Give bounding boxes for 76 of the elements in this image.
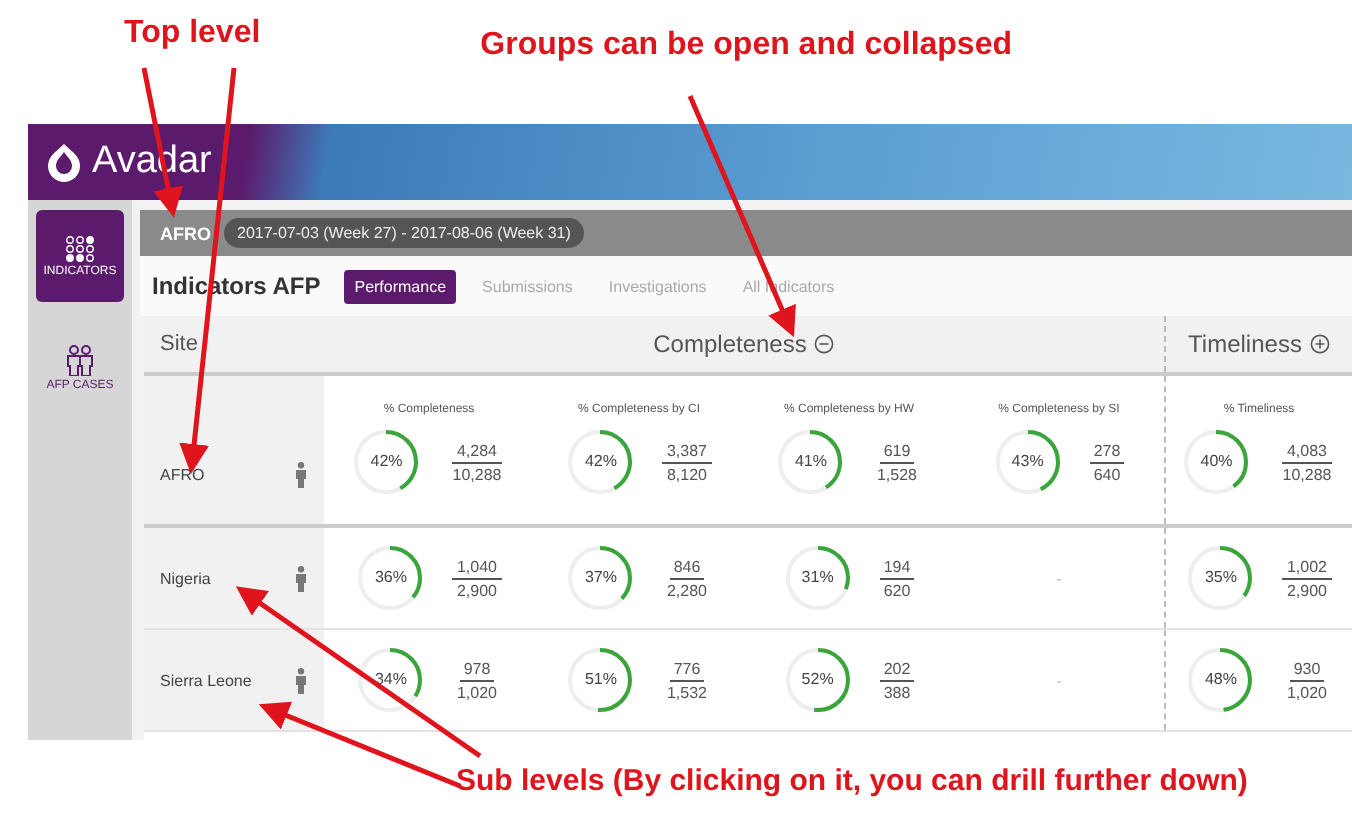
denominator: 620 <box>881 579 913 601</box>
numerator: 202 <box>879 657 915 681</box>
denominator: 2,900 <box>454 579 500 601</box>
progress-ring <box>993 428 1062 496</box>
percent-value: 52% <box>801 672 834 688</box>
progress-ring <box>783 646 852 714</box>
group-header: Timeliness <box>1188 330 1302 358</box>
annotation-text: Groups can be open and collapsed <box>480 28 1012 64</box>
progress-ring <box>1182 428 1251 496</box>
percent-value: 48% <box>1204 672 1237 688</box>
progress-ring <box>566 646 635 714</box>
numerator: 930 <box>1289 657 1325 681</box>
tab[interactable]: Performance <box>344 269 457 303</box>
percent-value: 51% <box>584 672 617 688</box>
site-header: Site <box>158 332 200 356</box>
denominator: 10,288 <box>450 463 504 485</box>
progress-ring <box>566 544 635 612</box>
percent-value: 37% <box>584 570 617 586</box>
date-range-pill[interactable]: 2017-07-03 (Week 27) - 2017-08-06 (Week 31) <box>223 218 585 248</box>
progress-ring <box>1186 544 1255 612</box>
people-icon <box>64 344 96 376</box>
empty-value: - <box>1056 569 1062 587</box>
progress-ring <box>783 544 852 612</box>
percent-value: 36% <box>374 570 407 586</box>
numerator: 978 <box>459 657 495 681</box>
denominator: 1,020 <box>1284 681 1330 703</box>
empty-value: - <box>1056 671 1062 689</box>
denominator: 388 <box>881 681 913 703</box>
denominator: 1,532 <box>664 681 710 703</box>
numerator: 619 <box>879 439 915 463</box>
percent-value: 34% <box>374 672 407 688</box>
site-name[interactable]: AFRO <box>160 465 205 483</box>
percent-value: 40% <box>1200 454 1233 470</box>
numerator: 846 <box>669 555 705 579</box>
numerator: 4,284 <box>452 439 502 463</box>
annotation-text: Sub levels (By clicking on it, you can drill further down) <box>456 764 1248 798</box>
denominator: 2,900 <box>1284 579 1330 601</box>
expand-icon[interactable] <box>1309 334 1330 354</box>
person-icon <box>294 461 308 487</box>
denominator: 1,528 <box>874 463 920 485</box>
denominator: 2,280 <box>664 579 710 601</box>
site-name[interactable]: Nigeria <box>160 569 211 587</box>
denominator: 10,288 <box>1280 463 1334 485</box>
progress-ring <box>356 544 425 612</box>
percent-value: 41% <box>794 454 827 470</box>
numerator: 194 <box>879 555 915 579</box>
progress-ring <box>356 646 425 714</box>
group-header: Completeness <box>653 330 807 358</box>
denominator: 640 <box>1091 463 1123 485</box>
site-row-header[interactable]: Nigeria <box>144 528 324 628</box>
progress-ring <box>352 428 421 496</box>
percent-value: 35% <box>1204 570 1237 586</box>
denominator: 8,120 <box>664 463 710 485</box>
site-name[interactable]: Sierra Leone <box>160 671 252 689</box>
numerator: 278 <box>1089 439 1125 463</box>
site-row-header[interactable]: AFRO <box>144 376 324 524</box>
site-row-header[interactable]: Sierra Leone <box>144 630 324 730</box>
denominator: 1,020 <box>454 681 500 703</box>
numerator: 1,002 <box>1282 555 1332 579</box>
numerator: 4,083 <box>1282 439 1332 463</box>
dots-grid-icon <box>64 235 96 261</box>
person-icon <box>294 565 308 591</box>
annotation-text: Top level <box>124 16 261 52</box>
logo-icon <box>44 142 84 182</box>
collapse-icon[interactable] <box>814 334 835 354</box>
percent-value: 43% <box>1011 454 1044 470</box>
progress-ring <box>776 428 845 496</box>
numerator: 776 <box>669 657 705 681</box>
percent-value: 31% <box>801 570 834 586</box>
progress-ring <box>566 428 635 496</box>
percent-value: 42% <box>370 454 403 470</box>
progress-ring <box>1186 646 1255 714</box>
percent-value: 42% <box>584 454 617 470</box>
numerator: 3,387 <box>662 439 712 463</box>
numerator: 1,040 <box>452 555 502 579</box>
person-icon <box>294 667 308 693</box>
